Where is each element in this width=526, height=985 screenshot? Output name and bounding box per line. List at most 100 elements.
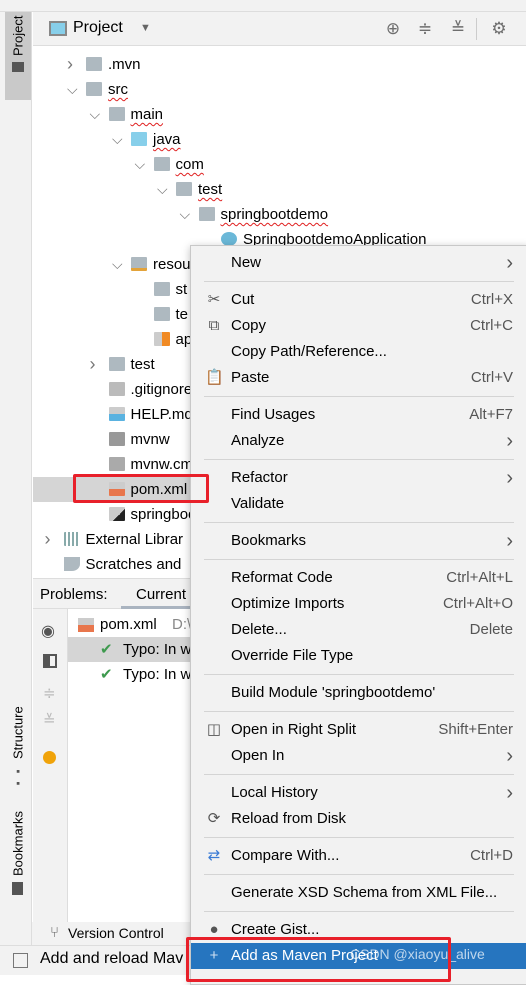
project-view-icon — [49, 21, 67, 36]
tree-item[interactable]: ⌵ src — [33, 77, 193, 102]
collapse-all-icon[interactable]: ≚ — [448, 19, 468, 39]
scratches-icon — [63, 557, 80, 571]
problem-item[interactable]: ✔ Typo: In w — [68, 637, 193, 662]
package-icon — [176, 182, 192, 196]
locate-icon[interactable]: ⊕ — [383, 19, 403, 39]
tree-item[interactable]: › .mvn — [33, 52, 193, 77]
clipboard-icon: 📋 — [205, 369, 224, 386]
tree-item[interactable]: › test — [33, 352, 193, 377]
menu-item-find-usages[interactable]: Find Usages Alt+F7 — [191, 402, 526, 428]
chevron-down-icon[interactable]: ⌵ — [67, 77, 78, 102]
tab-structure[interactable]: ▪▪ Structure — [5, 702, 31, 792]
menu-item-compare-with[interactable]: ⇄ Compare With... Ctrl+D — [191, 843, 526, 869]
menu-separator — [204, 874, 514, 875]
menu-item-label: Local History — [231, 784, 318, 801]
lightbulb-icon[interactable] — [43, 751, 56, 764]
text-file-icon — [108, 457, 125, 471]
tree-item[interactable]: springboot — [33, 502, 201, 527]
menu-item-new[interactable]: New › — [191, 250, 526, 276]
expand-icon[interactable]: ≑ — [43, 684, 56, 702]
menu-item-label: New — [231, 254, 262, 271]
tab-structure-label: Structure — [10, 706, 26, 759]
tree-item-label: .gitignore — [130, 381, 193, 398]
chevron-down-icon[interactable]: ⌵ — [157, 177, 168, 202]
menu-item-analyze[interactable]: Analyze › — [191, 428, 526, 454]
menu-item-copy-path-reference[interactable]: Copy Path/Reference... — [191, 339, 526, 365]
tree-item[interactable]: SpringbootdemoApplication — [33, 227, 426, 252]
tree-item[interactable]: ⌵ springbootdemo — [33, 202, 329, 227]
menu-item-refactor[interactable]: Refactor › — [191, 465, 526, 491]
submenu-arrow-icon: › — [506, 745, 513, 767]
problem-file-name: pom.xml — [100, 616, 157, 633]
tab-bookmarks-label: Bookmarks — [10, 811, 26, 877]
menu-item-copy[interactable]: ⧉ Copy Ctrl+C — [191, 313, 526, 339]
problem-file-row[interactable]: pom.xml D:\ — [68, 612, 193, 637]
chevron-down-icon[interactable]: ⌵ — [112, 127, 123, 152]
problems-header: Problems: Current — [33, 578, 201, 609]
chevron-down-icon[interactable]: ⌵ — [90, 102, 101, 127]
chevron-right-icon[interactable]: › — [45, 527, 51, 552]
project-view-selector[interactable]: Project — [73, 19, 123, 37]
menu-item-open-in-right-split[interactable]: ◫ Open in Right Split Shift+Enter — [191, 717, 526, 743]
menu-item-open-in[interactable]: Open In › — [191, 743, 526, 769]
menu-item-label: Paste — [231, 369, 270, 386]
collapse-icon[interactable]: ≚ — [43, 711, 56, 729]
tree-item[interactable]: › External Librar — [33, 527, 193, 552]
package-icon — [153, 157, 170, 171]
menu-item-override-file-type[interactable]: Override File Type — [191, 643, 526, 669]
menu-item-optimize-imports[interactable]: Optimize Imports Ctrl+Alt+O — [191, 591, 526, 617]
chevron-down-icon[interactable]: ▼ — [140, 22, 151, 34]
tree-item[interactable]: ⌵ main — [33, 102, 193, 127]
tree-item[interactable]: st — [33, 277, 193, 302]
menu-item-delete[interactable]: Delete... Delete — [191, 617, 526, 643]
menu-item-local-history[interactable]: Local History › — [191, 780, 526, 806]
shortcut-label: Shift+Enter — [438, 721, 513, 738]
chevron-right-icon[interactable]: › — [67, 52, 73, 77]
title-bar — [0, 0, 526, 12]
tab-project[interactable]: Project — [5, 12, 31, 100]
menu-item-label: Generate XSD Schema from XML File... — [231, 884, 498, 901]
expand-all-icon[interactable]: ≑ — [415, 19, 435, 39]
chevron-down-icon[interactable]: ⌵ — [180, 202, 191, 227]
tree-item[interactable]: te — [33, 302, 193, 327]
source-folder-icon — [131, 132, 147, 146]
chevron-down-icon[interactable]: ⌵ — [135, 152, 146, 177]
shortcut-label: Ctrl+C — [470, 317, 513, 334]
structure-icon: ▪▪ — [12, 764, 24, 789]
tree-item[interactable]: ⌵ resou — [33, 252, 193, 277]
tab-bookmarks[interactable]: Bookmarks — [5, 807, 31, 907]
menu-item-label: Override File Type — [231, 647, 354, 664]
eye-icon[interactable]: ◉ — [41, 621, 55, 641]
tree-item[interactable]: ⌵ com — [33, 152, 204, 177]
menu-item-paste[interactable]: 📋 Paste Ctrl+V — [191, 365, 526, 391]
menu-item-reload-from-disk[interactable]: ⟳ Reload from Disk — [191, 806, 526, 832]
folder-icon — [86, 57, 102, 71]
window-icon — [13, 953, 28, 968]
tree-item[interactable]: mvnw — [33, 427, 193, 452]
chevron-down-icon[interactable]: ⌵ — [112, 252, 123, 277]
menu-item-label: Optimize Imports — [231, 595, 345, 612]
submenu-arrow-icon: › — [506, 430, 513, 452]
tree-item[interactable]: ap — [33, 327, 193, 352]
preview-icon[interactable] — [43, 654, 57, 668]
tree-item-label: src — [108, 81, 128, 98]
menu-item-reformat-code[interactable]: Reformat Code Ctrl+Alt+L — [191, 565, 526, 591]
version-control-tab[interactable]: ⑂ Version Control — [32, 922, 192, 945]
context-menu: New › ✂ Cut Ctrl+X ⧉ Copy Ctrl+C Copy Path/Refer… — [190, 245, 526, 985]
tree-item[interactable]: .gitignore — [33, 377, 193, 402]
tree-item[interactable]: HELP.md — [33, 402, 193, 427]
tree-item[interactable]: Scratches and — [33, 552, 193, 577]
tab-current-file[interactable]: Current — [136, 586, 186, 603]
status-text[interactable]: Add and reload Mav — [40, 950, 183, 968]
tree-item[interactable]: ⌵ java — [33, 127, 193, 152]
highlight-pom-xml — [73, 474, 209, 503]
menu-item-bookmarks[interactable]: Bookmarks › — [191, 528, 526, 554]
menu-item-cut[interactable]: ✂ Cut Ctrl+X — [191, 287, 526, 313]
menu-item-validate[interactable]: Validate — [191, 491, 526, 517]
chevron-right-icon[interactable]: › — [90, 352, 96, 377]
problem-item[interactable]: ✔ Typo: In w — [68, 662, 193, 687]
menu-item-generate-xsd-schema-from-xml-file[interactable]: Generate XSD Schema from XML File... — [191, 880, 526, 906]
gear-icon[interactable]: ⚙ — [489, 19, 509, 39]
menu-item-build-module-springbootdemo[interactable]: Build Module 'springbootdemo' — [191, 680, 526, 706]
tree-item[interactable]: ⌵ test — [33, 177, 222, 202]
